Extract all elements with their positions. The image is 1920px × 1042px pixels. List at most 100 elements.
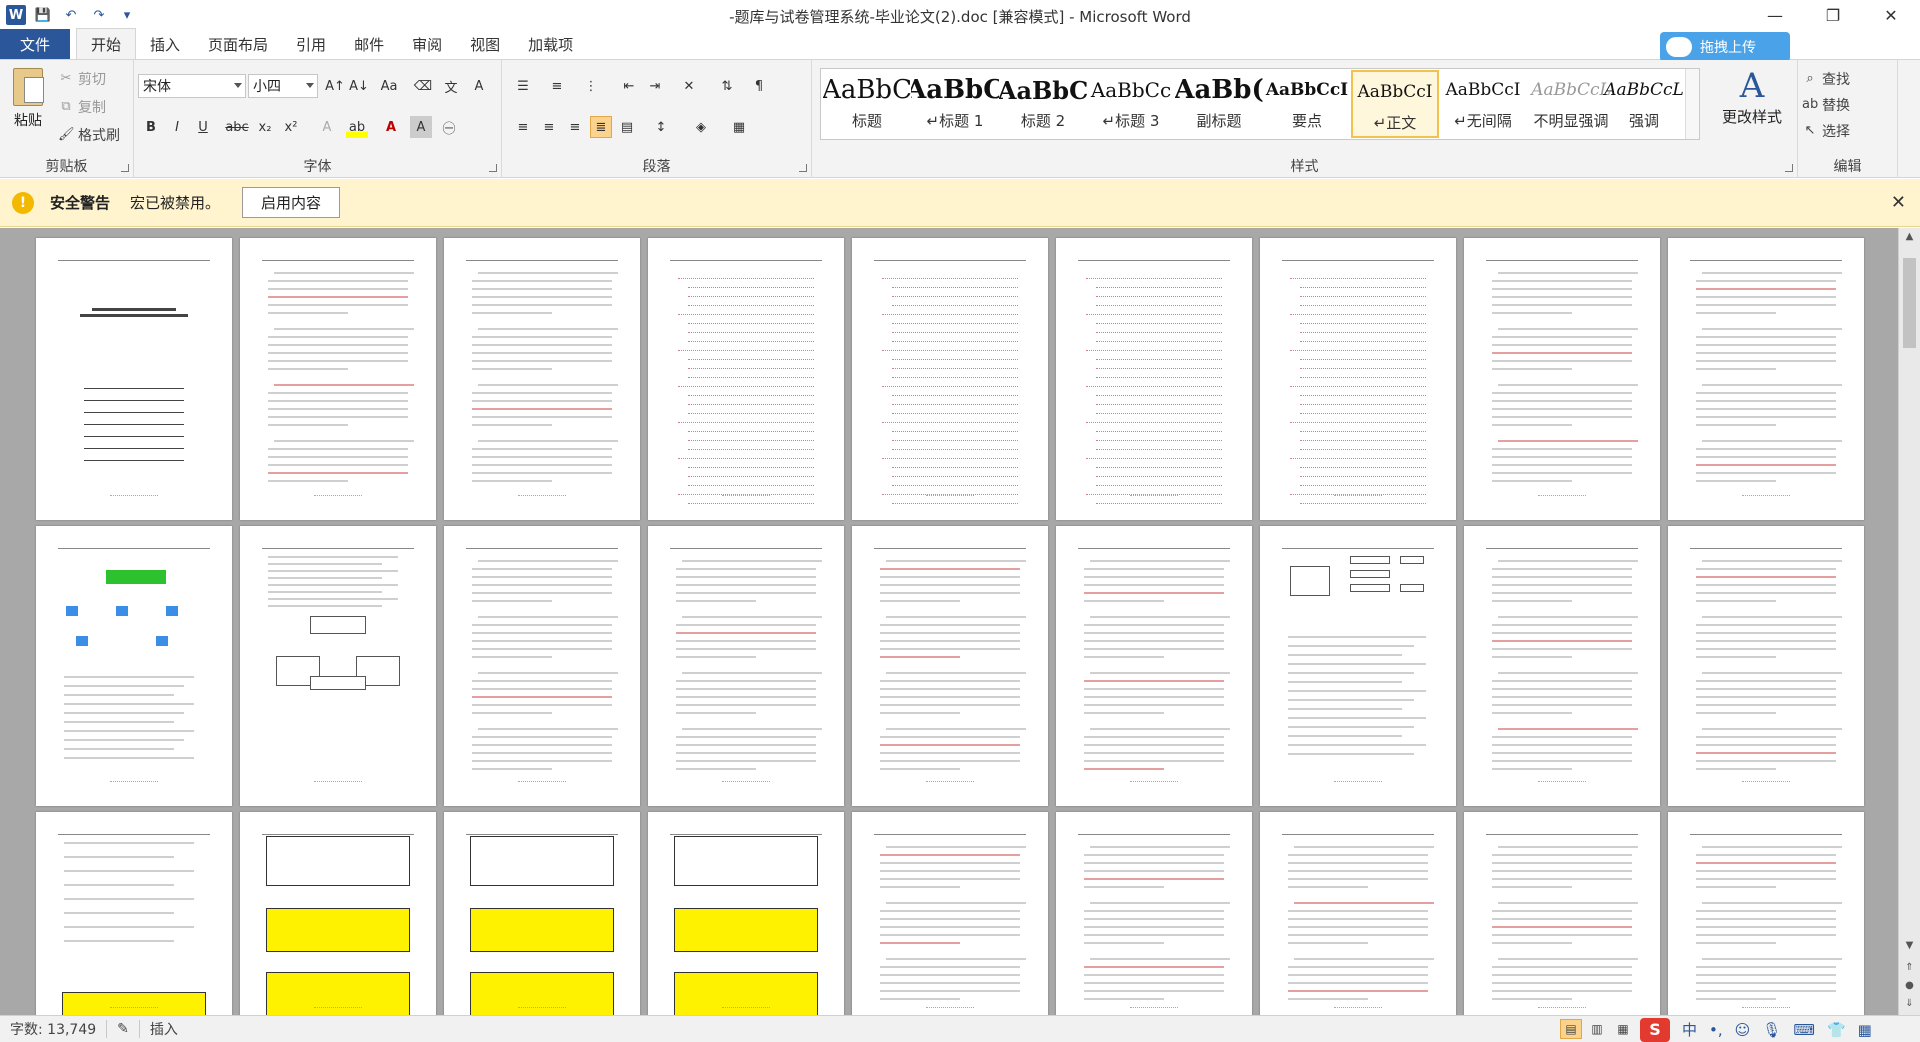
distributed-icon[interactable]: ▤ (616, 116, 638, 138)
document-page-thumbnail[interactable] (1056, 812, 1252, 1015)
ime-chinese-mode[interactable]: 中 (1682, 1019, 1697, 1040)
document-page-thumbnail[interactable] (36, 238, 232, 520)
document-page-thumbnail[interactable] (1260, 238, 1456, 520)
style-no-spacing[interactable]: AaBbCcI ↵无间隔 (1439, 70, 1527, 138)
text-effects-icon[interactable]: A (316, 116, 338, 138)
multilevel-list-icon[interactable]: ⋮ (580, 75, 602, 97)
tab-page-layout[interactable]: 页面布局 (194, 29, 282, 59)
microphone-icon[interactable]: 🎙 (1762, 1021, 1781, 1039)
font-launcher-icon[interactable] (489, 164, 497, 172)
style-heading-1[interactable]: AaBbC ↵标题 1 (911, 70, 999, 138)
font-size-combo[interactable]: 小四 (248, 74, 318, 98)
customize-qat-icon[interactable]: ▾ (116, 4, 138, 26)
sogou-ime-icon[interactable]: S (1640, 1017, 1670, 1042)
redo-icon[interactable]: ↷ (88, 4, 110, 26)
find-button[interactable]: ⌕ 查找 (1802, 68, 1850, 90)
proofing-icon[interactable]: ✎ (107, 1021, 139, 1037)
styles-gallery-scroll[interactable] (1685, 69, 1699, 139)
tab-references[interactable]: 引用 (282, 29, 340, 59)
document-page-thumbnail[interactable] (1260, 526, 1456, 806)
align-right-icon[interactable]: ≡ (564, 116, 586, 138)
web-layout-icon[interactable]: ▦ (1612, 1019, 1634, 1039)
document-page-thumbnail[interactable] (240, 526, 436, 806)
highlight-icon[interactable]: ab (346, 116, 368, 138)
sort-icon[interactable]: ⇅ (716, 75, 738, 97)
document-page-thumbnail[interactable] (1260, 812, 1456, 1015)
keyboard-icon[interactable]: ⌨ (1793, 1021, 1815, 1039)
superscript-icon[interactable]: x² (280, 116, 302, 138)
prev-page-icon[interactable]: ⇑ (1899, 959, 1920, 977)
justify-icon[interactable]: ≣ (590, 116, 612, 138)
style-heading-3[interactable]: AaBbCc ↵标题 3 (1087, 70, 1175, 138)
line-spacing-icon[interactable]: ↕ (650, 116, 672, 138)
document-page-thumbnail[interactable] (852, 812, 1048, 1015)
style-emphasis[interactable]: AaBbCcL 强调 (1603, 70, 1685, 138)
minimize-button[interactable]: — (1746, 0, 1804, 30)
close-button[interactable]: ✕ (1862, 0, 1920, 30)
select-button[interactable]: ↖ 选择 (1802, 120, 1850, 142)
document-page-thumbnail[interactable] (240, 812, 436, 1015)
maximize-button[interactable]: ❐ (1804, 0, 1862, 30)
subscript-icon[interactable]: x₂ (254, 116, 276, 138)
tab-insert[interactable]: 插入 (136, 29, 194, 59)
scroll-down-icon[interactable]: ▼ (1899, 937, 1920, 955)
document-canvas[interactable] (0, 228, 1898, 1015)
chinese-layout-icon[interactable]: ✕ (678, 75, 700, 97)
toolbox-icon[interactable]: ▦ (1858, 1021, 1872, 1039)
emoji-icon[interactable]: ☺ (1735, 1021, 1751, 1039)
word-app-icon[interactable]: W (6, 5, 26, 25)
vertical-scrollbar[interactable]: ▲ ▼ ⇑ ● ⇓ (1898, 228, 1920, 1015)
tab-mailings[interactable]: 邮件 (340, 29, 398, 59)
word-count[interactable]: 字数: 13,749 (0, 1019, 106, 1039)
format-painter-button[interactable]: 🖌 格式刷 (58, 124, 120, 146)
scroll-up-icon[interactable]: ▲ (1899, 228, 1920, 246)
styles-launcher-icon[interactable] (1785, 164, 1793, 172)
style-heading-2[interactable]: AaBbC 标题 2 (999, 70, 1087, 138)
document-page-thumbnail[interactable] (444, 812, 640, 1015)
enclose-characters-icon[interactable]: ㊀ (438, 116, 460, 138)
style-title[interactable]: AaBbC 标题 (823, 70, 911, 138)
style-strong[interactable]: AaBbCcI 要点 (1263, 70, 1351, 138)
shrink-font-icon[interactable]: A↓ (348, 75, 370, 97)
strikethrough-icon[interactable]: abc (225, 116, 248, 138)
enable-content-button[interactable]: 启用内容 (242, 187, 341, 218)
show-marks-icon[interactable]: ¶ (748, 75, 770, 97)
document-page-thumbnail[interactable] (36, 812, 232, 1015)
increase-indent-icon[interactable]: ⇥ (644, 75, 666, 97)
document-page-thumbnail[interactable] (1056, 526, 1252, 806)
save-icon[interactable]: 💾 (32, 4, 54, 26)
style-subtitle[interactable]: AaBb( 副标题 (1175, 70, 1263, 138)
numbering-icon[interactable]: ≡ (546, 75, 568, 97)
document-page-thumbnail[interactable] (1464, 526, 1660, 806)
clear-format-icon[interactable]: ⌫ (412, 75, 434, 97)
copy-button[interactable]: ⧉ 复制 (58, 96, 106, 118)
decrease-indent-icon[interactable]: ⇤ (618, 75, 640, 97)
drag-upload-button[interactable]: 拖拽上传 (1660, 32, 1790, 62)
style-normal[interactable]: AaBbCcI ↵正文 (1351, 70, 1439, 138)
next-page-icon[interactable]: ⇓ (1899, 995, 1920, 1013)
print-layout-icon[interactable]: ▤ (1560, 1019, 1582, 1039)
character-border-icon[interactable]: A (468, 75, 490, 97)
document-page-thumbnail[interactable] (648, 238, 844, 520)
document-page-thumbnail[interactable] (444, 238, 640, 520)
document-page-thumbnail[interactable] (852, 238, 1048, 520)
document-page-thumbnail[interactable] (444, 526, 640, 806)
tab-addins[interactable]: 加载项 (514, 29, 587, 59)
clipboard-launcher-icon[interactable] (121, 164, 129, 172)
close-icon[interactable]: ✕ (1891, 192, 1906, 213)
scroll-thumb[interactable] (1903, 258, 1916, 348)
style-subtle-emphasis[interactable]: AaBbCcL 不明显强调 (1527, 70, 1615, 138)
document-page-thumbnail[interactable] (1668, 526, 1864, 806)
replace-button[interactable]: ab 替换 (1802, 94, 1850, 116)
borders-icon[interactable]: ▦ (728, 116, 750, 138)
tab-view[interactable]: 视图 (456, 29, 514, 59)
pinyin-guide-icon[interactable]: 文 (440, 75, 462, 97)
undo-icon[interactable]: ↶ (60, 4, 82, 26)
punctuation-icon[interactable]: •, (1709, 1021, 1723, 1039)
align-left-icon[interactable]: ≡ (512, 116, 534, 138)
document-page-thumbnail[interactable] (852, 526, 1048, 806)
document-page-thumbnail[interactable] (36, 526, 232, 806)
tab-file[interactable]: 文件 (0, 29, 70, 59)
insert-mode[interactable]: 插入 (140, 1019, 188, 1039)
cut-button[interactable]: ✂ 剪切 (58, 68, 106, 90)
